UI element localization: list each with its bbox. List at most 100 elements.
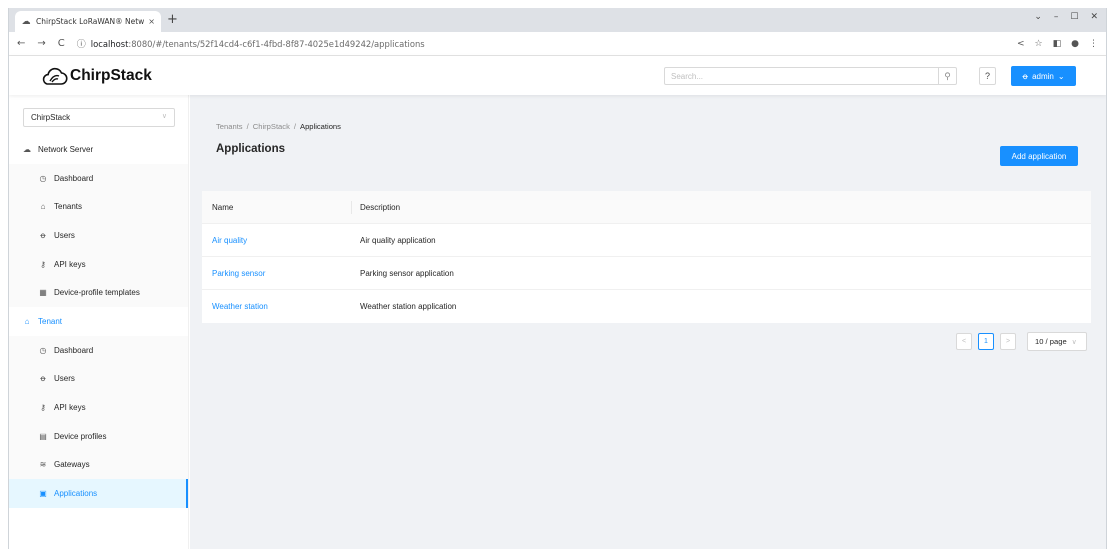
sidebar-item-label: API keys (54, 403, 86, 413)
search-input[interactable]: Search... ⚲ (664, 67, 957, 85)
sidebar-group-tenant[interactable]: ⌂ Tenant (9, 307, 188, 336)
user-label: admin (1032, 71, 1054, 81)
application-link[interactable]: Air quality (212, 236, 247, 245)
close-window-icon[interactable]: ✕ (1090, 12, 1098, 22)
browser-window: ☁ ChirpStack LoRaWAN® Netw × + ⌄ – ☐ ✕ ←… (8, 8, 1107, 549)
table-row: Air quality Air quality application (202, 224, 1091, 257)
page-1-button[interactable]: 1 (978, 333, 994, 350)
breadcrumb-tenant[interactable]: ChirpStack (253, 122, 290, 131)
breadcrumb-separator: / (246, 122, 249, 131)
sidebar-item-applications[interactable]: ▣ Applications (9, 479, 188, 508)
window-controls: ⌄ – ☐ ✕ (1034, 12, 1098, 22)
sidebar-item-label: Gateways (54, 460, 90, 470)
apps-icon: ▣ (39, 489, 47, 499)
sidebar-item-label: Device-profile templates (54, 288, 140, 298)
page-header: Tenants / ChirpStack / Applications Appl… (216, 122, 341, 155)
reload-icon[interactable]: C (58, 38, 65, 49)
user-icon: ꝋ (1022, 71, 1029, 81)
url-path: :8080/#/tenants/52f14cd4-c6f1-4fbd-8f87-… (128, 38, 425, 49)
sidebar-item-label: Device profiles (54, 431, 107, 441)
column-header-description: Description (360, 202, 401, 212)
page-title: Applications (216, 143, 286, 155)
user-menu-button[interactable]: ꝋ admin ⌄ (1011, 66, 1076, 86)
url-field[interactable]: ⓘ localhost:8080/#/tenants/52f14cd4-c6f1… (77, 37, 1017, 51)
minimize-icon[interactable]: – (1054, 12, 1059, 22)
device-profile-icon: ▤ (39, 431, 47, 441)
address-bar-actions: < ☆ ◧ ● ⋮ (1017, 39, 1098, 49)
sidebar-item-label: API keys (54, 259, 86, 269)
sidebar-item-label: Applications (54, 489, 98, 499)
key-icon: ⚷ (40, 259, 46, 269)
sidebar-item-ns-dashboard[interactable]: ◷ Dashboard (9, 163, 188, 193)
menu-icon[interactable]: ⋮ (1089, 39, 1098, 49)
forward-icon[interactable]: → (37, 38, 45, 49)
sidebar-item-label: Network Server (38, 144, 94, 154)
column-header-name: Name (202, 191, 352, 223)
chevron-down-icon: ∨ (1071, 338, 1077, 346)
next-page-button[interactable]: > (1000, 333, 1016, 350)
sidebar-item-device-profiles[interactable]: ▤ Device profiles (9, 421, 188, 451)
site-info-icon[interactable]: ⓘ (77, 37, 86, 50)
table-cell-description: Weather station application (360, 302, 457, 311)
table-cell-name: Parking sensor (202, 257, 352, 289)
help-button[interactable]: ? (979, 67, 996, 85)
chirpstack-favicon-icon: ☁ (21, 16, 31, 27)
application-link[interactable]: Parking sensor (212, 269, 265, 278)
applications-table: Name Description Air quality Air quality… (202, 191, 1091, 323)
table-row: Weather station Weather station applicat… (202, 290, 1091, 323)
sidebar-item-tenants[interactable]: ⌂ Tenants (9, 192, 188, 222)
table-cell-name: Weather station (202, 290, 352, 323)
breadcrumb-separator: / (293, 122, 296, 131)
template-icon: ▦ (39, 288, 47, 298)
wifi-icon: ≋ (39, 460, 47, 470)
sidebar-menu: ☁ Network Server ◷ Dashboard ⌂ Tenants ꝋ… (9, 135, 188, 508)
star-icon[interactable]: ☆ (1035, 39, 1043, 49)
main-content: Tenants / ChirpStack / Applications Appl… (190, 95, 1106, 549)
search-placeholder: Search... (671, 71, 704, 81)
tab-close-icon[interactable]: × (148, 17, 155, 26)
chevron-down-icon: ∨ (161, 113, 167, 120)
search-icon[interactable]: ⚲ (938, 67, 956, 85)
sidebar-item-ns-api-keys[interactable]: ⚷ API keys (9, 249, 188, 279)
add-application-button[interactable]: Add application (1000, 146, 1078, 166)
maximize-icon[interactable]: ☐ (1070, 12, 1078, 22)
sidebar-item-ns-users[interactable]: ꝋ Users (9, 221, 188, 250)
sidebar-item-tenant-dashboard[interactable]: ◷ Dashboard (9, 335, 188, 365)
key-icon: ⚷ (40, 403, 46, 413)
tab-title: ChirpStack LoRaWAN® Netw (36, 17, 145, 26)
share-icon[interactable]: < (1017, 39, 1025, 49)
table-cell-description: Air quality application (360, 235, 436, 245)
tab-search-icon[interactable]: ⌄ (1034, 12, 1042, 22)
sidebar-group-network-server[interactable]: ☁ Network Server (9, 135, 188, 164)
sidepanel-icon[interactable]: ◧ (1053, 39, 1062, 49)
browser-tab[interactable]: ☁ ChirpStack LoRaWAN® Netw × (15, 11, 161, 32)
new-tab-button[interactable]: + (167, 12, 178, 27)
prev-page-button[interactable]: < (956, 333, 972, 350)
chirpstack-logo[interactable]: ChirpStack (39, 65, 152, 87)
tenant-select-value: ChirpStack (31, 113, 71, 122)
home-icon: ⌂ (40, 202, 46, 212)
sidebar: ChirpStack ∨ ☁ Network Server ◷ Dashboar… (9, 95, 189, 549)
sidebar-item-device-profile-templates[interactable]: ▦ Device-profile templates (9, 278, 188, 308)
sidebar-item-tenant-api-keys[interactable]: ⚷ API keys (9, 393, 188, 422)
profile-icon[interactable]: ● (1071, 39, 1079, 49)
sidebar-item-gateways[interactable]: ≋ Gateways (9, 450, 188, 480)
table-header-row: Name Description (202, 191, 1091, 224)
sidebar-item-label: Users (54, 230, 75, 240)
page-size-select[interactable]: 10 / page ∨ (1027, 332, 1087, 351)
dashboard-icon: ◷ (39, 173, 47, 183)
browser-tabbar: ☁ ChirpStack LoRaWAN® Netw × + ⌄ – ☐ ✕ (9, 8, 1106, 32)
pagination: < 1 > 10 / page ∨ (956, 332, 1087, 351)
sidebar-item-label: Tenant (38, 316, 63, 326)
address-bar: ← → C ⓘ localhost:8080/#/tenants/52f14cd… (9, 32, 1106, 56)
chevron-down-icon: ⌄ (1057, 71, 1065, 81)
breadcrumb-tenants[interactable]: Tenants (216, 122, 243, 131)
logo-text: ChirpStack (70, 67, 152, 84)
user-icon: ꝋ (40, 230, 46, 240)
sidebar-item-tenant-users[interactable]: ꝋ Users (9, 364, 188, 394)
application-link[interactable]: Weather station (212, 302, 268, 311)
tenant-select[interactable]: ChirpStack ∨ (23, 108, 175, 127)
cloud-logo-icon (42, 67, 68, 85)
back-icon[interactable]: ← (17, 38, 25, 49)
app-header: ChirpStack Search... ⚲ ? ꝋ admin ⌄ (9, 56, 1106, 95)
